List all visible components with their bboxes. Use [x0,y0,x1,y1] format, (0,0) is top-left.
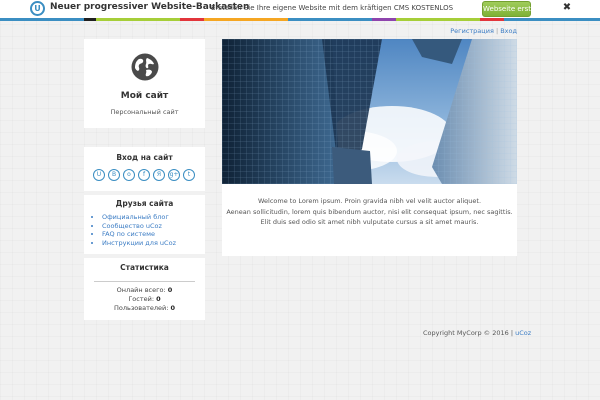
list-item[interactable]: FAQ по системе [102,230,176,239]
stat-users: Пользователей: 0 [113,304,176,312]
site-header-panel: Мой сайт Персональный сайт [84,39,205,128]
block-divider [84,191,205,195]
login-link[interactable]: Вход [500,27,517,35]
friend-link[interactable]: Сообщество uCoz [102,222,162,230]
stats-rule [94,281,195,282]
welcome-text: Welcome to Lorem ipsum. Proin gravida ni… [222,196,517,228]
site-subtitle: Персональный сайт [110,108,179,116]
register-link[interactable]: Регистрация [450,27,494,35]
site-title[interactable]: Мой сайт [84,91,205,101]
ucoz-link[interactable]: uCoz [515,329,531,337]
google-plus-icon[interactable]: g+ [168,169,180,181]
stat-guests: Гостей: 0 [128,295,161,303]
friend-link[interactable]: Инструкции для uCoz [102,239,176,247]
list-item[interactable]: Сообщество uCoz [102,222,176,231]
login-block-title: Вход на сайт [116,153,173,162]
create-website-button[interactable]: Webseite erstellen [482,1,548,17]
friends-list: Официальный блог Сообщество uCoz FAQ по … [92,213,176,247]
welcome-line: Elit duis sed odio sit amet nibh vulputa… [260,218,479,226]
vk-icon[interactable]: В [108,169,120,181]
yandex-icon[interactable]: Я [153,169,165,181]
friend-link[interactable]: FAQ по системе [102,230,155,238]
auth-links: Регистрация | Вход [450,27,517,35]
ucoz-icon[interactable]: U [93,169,105,181]
stats-block-title: Статистика [120,263,169,272]
list-item[interactable]: Инструкции для uCoz [102,239,176,248]
close-icon[interactable]: ✖ [561,1,573,15]
stat-online: Онлайн всего: 0 [116,286,173,294]
welcome-line: Aenean sollicitudin, lorem quis bibendum… [226,207,513,216]
footer: Copyright MyCorp © 2016 | uCoz [423,329,531,337]
promo-bar: U Neuer progressiver Website-Baukasten E… [0,0,600,21]
footer-separator: | [510,329,514,337]
hero-image [222,39,517,184]
block-divider [84,254,205,258]
globe-icon [131,53,159,81]
welcome-line: Welcome to Lorem ipsum. Proin gravida ni… [257,197,482,205]
promo-text: Erstellen Sie Ihre eigene Website mit de… [211,4,454,12]
list-item[interactable]: Официальный блог [102,213,176,222]
facebook-icon[interactable]: f [138,169,150,181]
copyright-text: Copyright MyCorp © 2016 [423,329,509,337]
main-content: Welcome to Lorem ipsum. Proin gravida ni… [222,39,517,256]
friend-link[interactable]: Официальный блог [102,213,169,221]
twitter-icon[interactable]: t [183,169,195,181]
ucoz-logo-icon[interactable]: U [30,1,45,16]
auth-separator: | [495,27,499,35]
odnoklassniki-icon[interactable]: о [123,169,135,181]
color-stripe [0,18,600,21]
friends-block-title: Друзья сайта [115,199,174,208]
